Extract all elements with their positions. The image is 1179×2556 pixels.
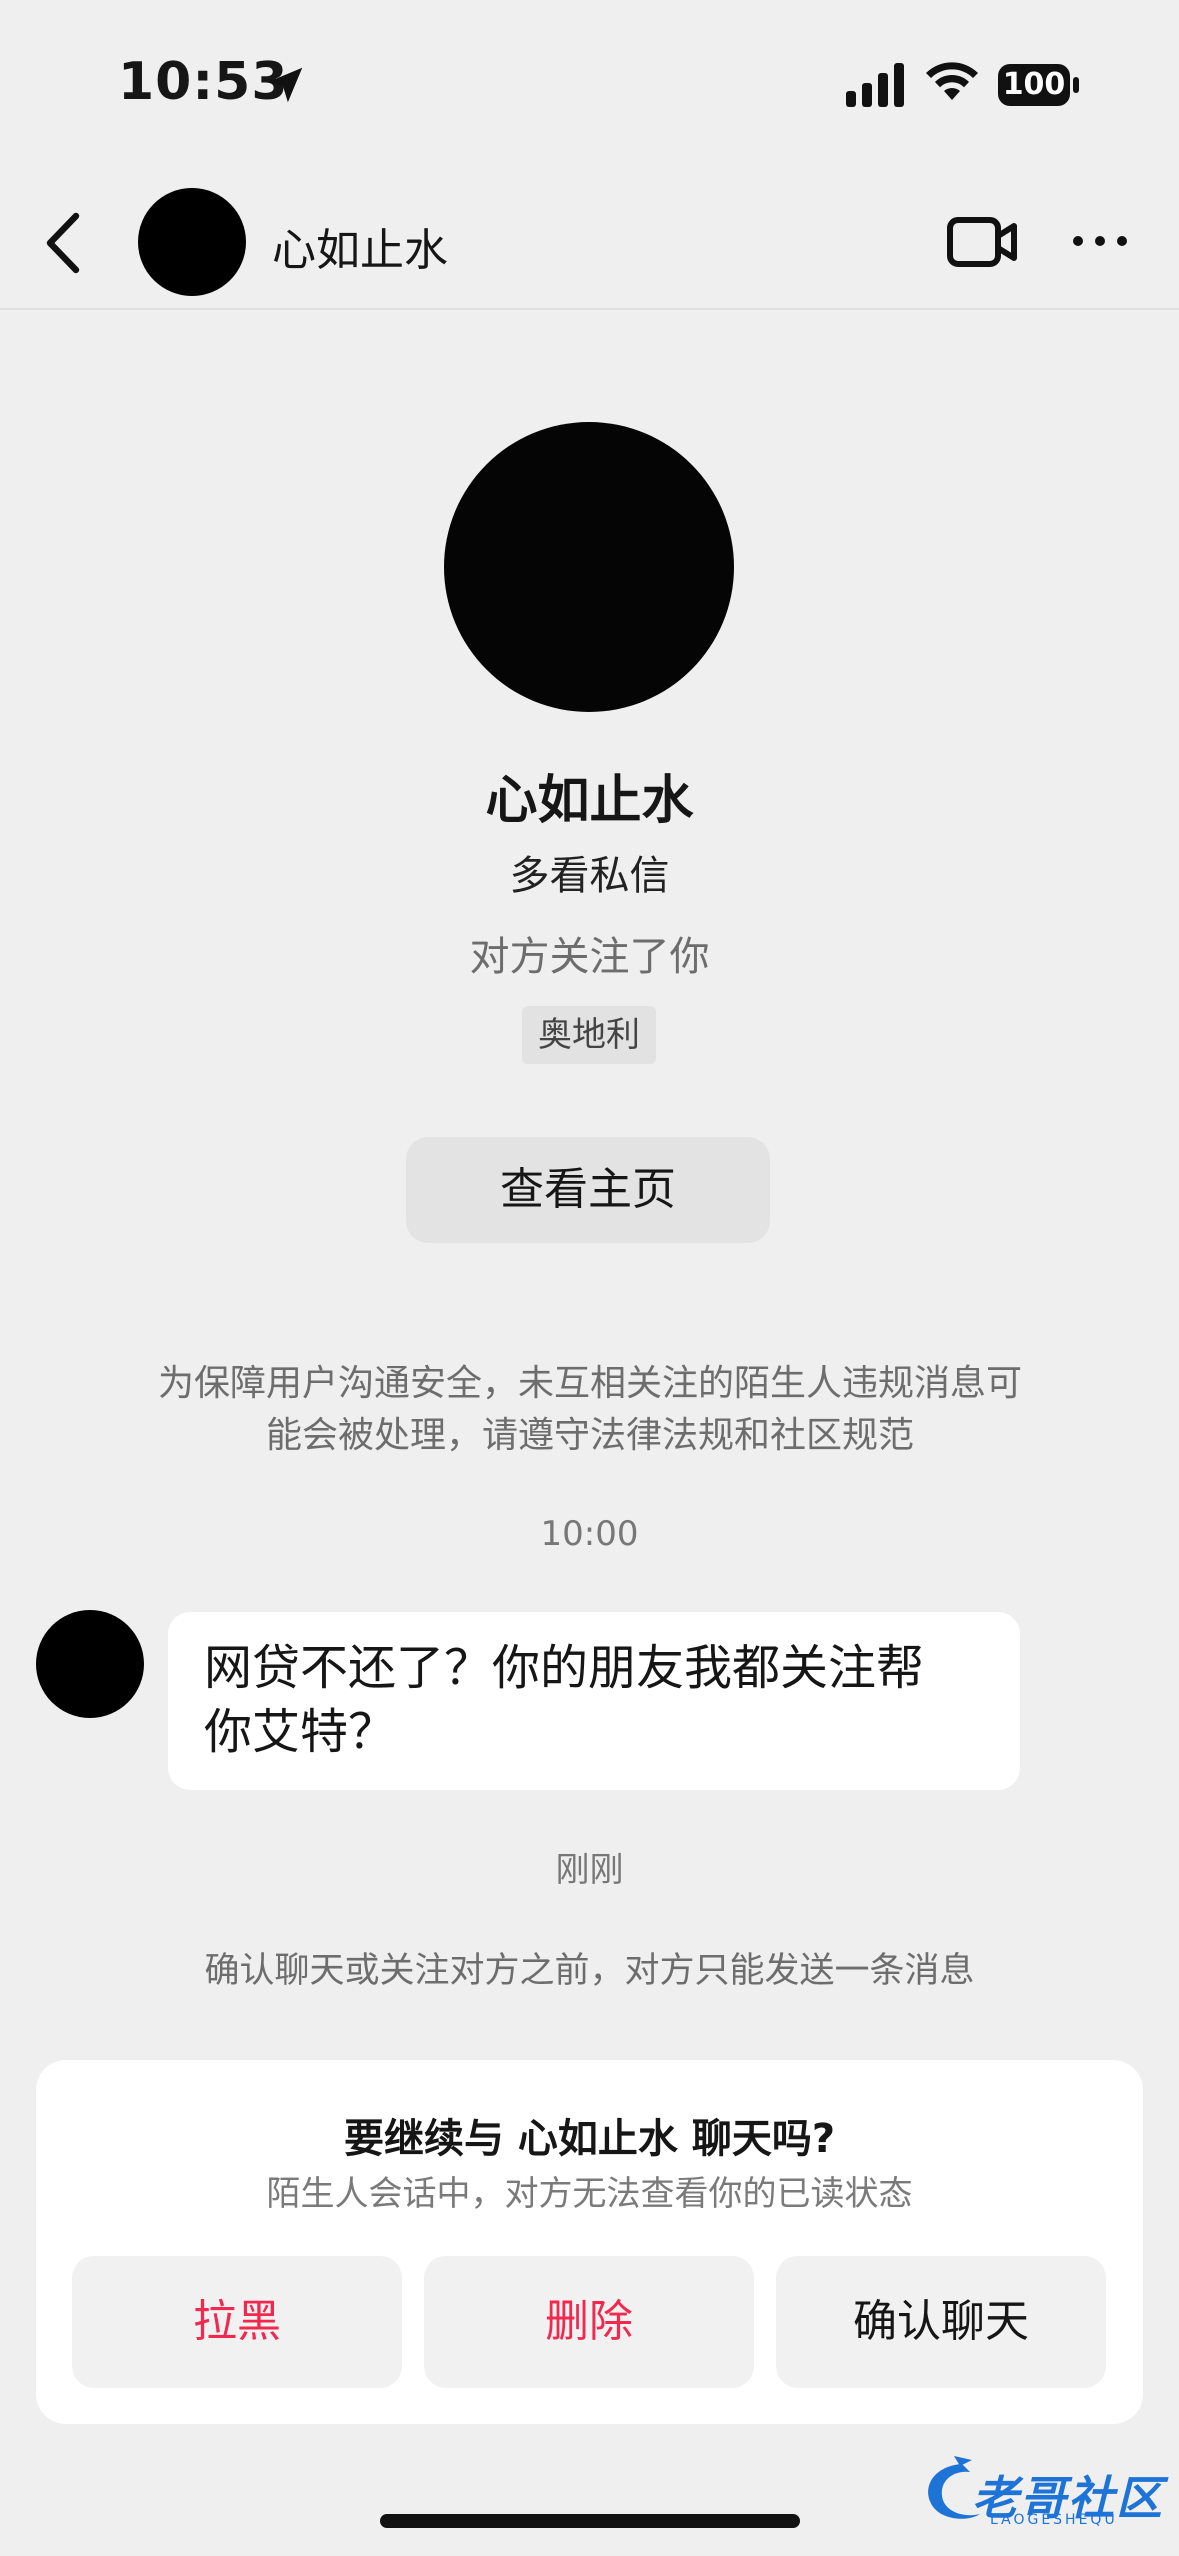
follow-status: 对方关注了你 bbox=[469, 934, 710, 980]
sender-avatar[interactable] bbox=[36, 1610, 144, 1718]
prompt-title: 要继续与 心如止水 聊天吗? bbox=[343, 2116, 836, 2162]
home-indicator[interactable] bbox=[380, 2514, 800, 2528]
header-avatar[interactable] bbox=[138, 188, 246, 296]
location-tag: 奥地利 bbox=[522, 1006, 656, 1064]
profile-avatar[interactable] bbox=[444, 422, 734, 712]
watermark-logo: 老哥社区 LAOGESHEQU bbox=[914, 2446, 1164, 2530]
location-arrow-icon bbox=[267, 67, 303, 103]
message-text-line: 网贷不还了？你的朋友我都关注帮 bbox=[204, 1640, 925, 1696]
block-button[interactable]: 拉黑 bbox=[72, 2256, 402, 2388]
watermark-subtext: LAOGESHEQU bbox=[990, 2512, 1118, 2528]
profile-bio: 多看私信 bbox=[509, 853, 670, 899]
safety-notice: 为保障用户沟通安全，未互相关注的陌生人违规消息可 能会被处理，请遵守法律法规和社… bbox=[140, 1358, 1040, 1462]
battery-icon: 100 bbox=[998, 64, 1082, 106]
battery-level: 100 bbox=[1002, 67, 1066, 102]
header-contact-name[interactable]: 心如止水 bbox=[272, 214, 448, 278]
delete-button[interactable]: 删除 bbox=[424, 2256, 754, 2388]
profile-name: 心如止水 bbox=[485, 771, 694, 831]
back-chevron-icon[interactable] bbox=[40, 210, 90, 276]
message-bubble[interactable]: 网贷不还了？你的朋友我都关注帮 你艾特？ bbox=[168, 1612, 1020, 1790]
message-timestamp: 10:00 bbox=[540, 1514, 639, 1554]
cellular-signal-icon bbox=[846, 63, 904, 107]
prompt-subtitle: 陌生人会话中，对方无法查看你的已读状态 bbox=[266, 2174, 913, 2214]
video-call-icon[interactable] bbox=[946, 212, 1020, 272]
just-now-label: 刚刚 bbox=[555, 1850, 624, 1890]
view-homepage-button[interactable]: 查看主页 bbox=[406, 1137, 770, 1243]
message-text-line: 你艾特？ bbox=[204, 1704, 397, 1760]
safety-notice-line: 为保障用户沟通安全，未互相关注的陌生人违规消息可 bbox=[157, 1363, 1022, 1404]
wifi-icon bbox=[926, 62, 978, 100]
safety-notice-line: 能会被处理，请遵守法律法规和社区规范 bbox=[265, 1415, 914, 1456]
more-dots-icon[interactable] bbox=[1070, 226, 1130, 256]
confirm-chat-button[interactable]: 确认聊天 bbox=[776, 2256, 1106, 2388]
message-limit-note: 确认聊天或关注对方之前，对方只能发送一条消息 bbox=[204, 1951, 975, 1991]
